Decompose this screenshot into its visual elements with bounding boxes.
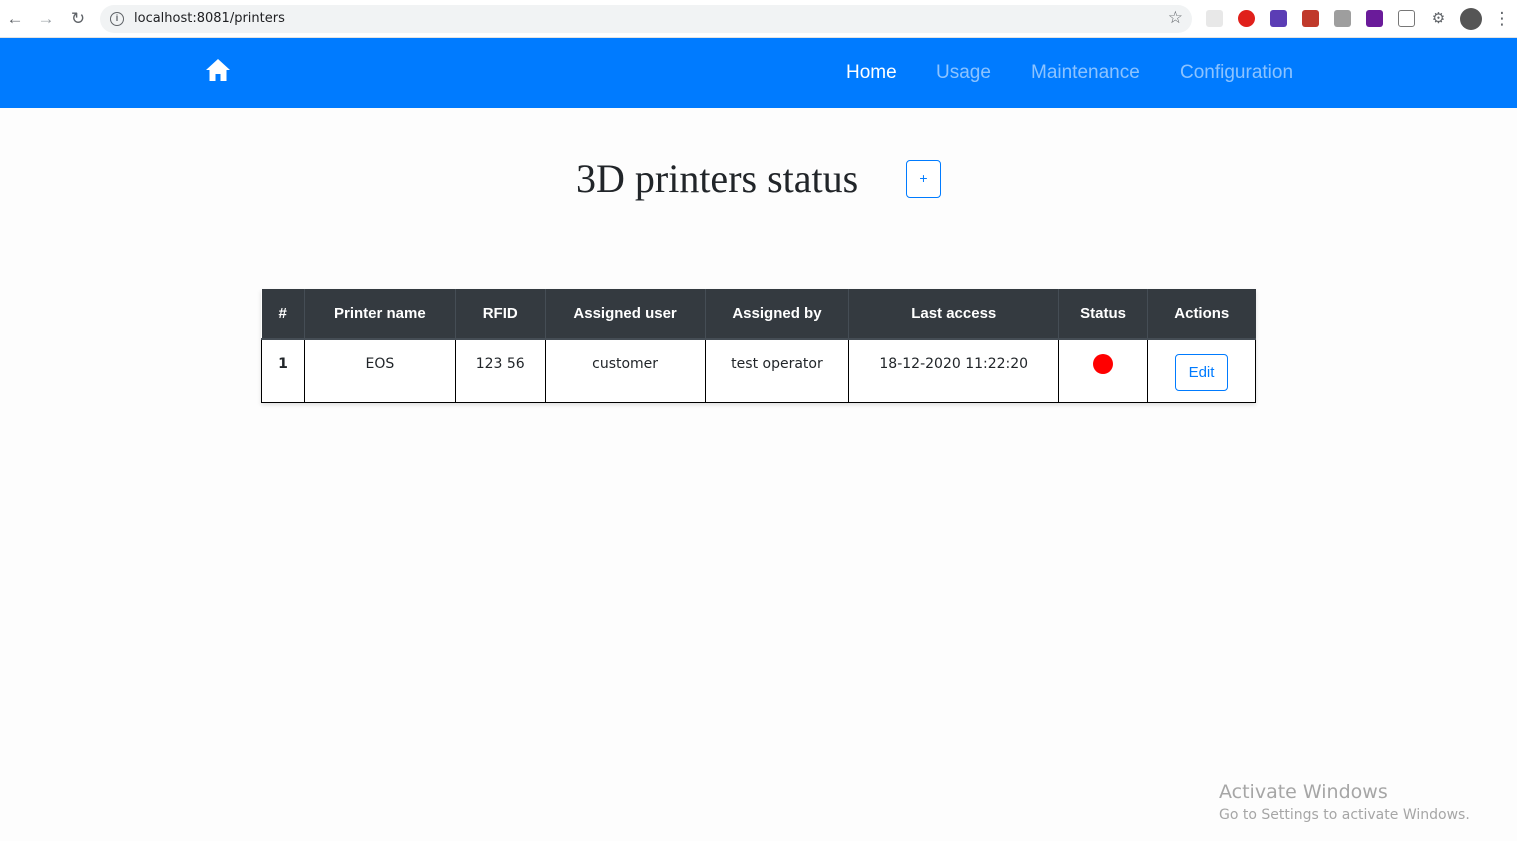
column-header-printer-name: Printer name [304,289,456,340]
status-indicator [1093,354,1114,374]
printers-table: # Printer name RFID Assigned user Assign… [261,289,1256,403]
profile-avatar[interactable] [1460,8,1482,30]
eyedropper-icon[interactable] [1398,10,1415,27]
last-access-cell: 18-12-2020 11:22:20 [848,338,1060,403]
reload-icon[interactable]: ↻ [68,9,88,29]
printer-name-cell: EOS [303,338,456,403]
browser-toolbar: ← → ↻ i localhost:8081/printers ☆ ⚙ ⋮ [0,0,1517,38]
page-title: 3D printers status [576,156,859,201]
extension-icon[interactable] [1334,10,1351,27]
url-text[interactable]: localhost:8081/printers [134,11,285,26]
forward-icon[interactable]: → [36,9,56,29]
add-printer-button[interactable]: + [906,160,941,198]
puzzle-extensions-icon[interactable]: ⚙ [1430,10,1447,27]
extension-icon[interactable] [1302,10,1319,27]
bookmark-star-icon[interactable]: ☆ [1168,8,1183,28]
nav-link-maintenance[interactable]: Maintenance [1031,62,1140,84]
column-header-rfid: RFID [455,289,546,340]
column-header-assigned-by: Assigned by [705,289,850,340]
extension-icon[interactable] [1206,10,1223,27]
table-row: 1 EOS 123 56 customer test operator 18-1… [261,338,1256,403]
extension-icon[interactable] [1270,10,1287,27]
column-header-last-access: Last access [848,289,1060,340]
column-header-number: # [261,289,305,340]
table-header-row: # Printer name RFID Assigned user Assign… [261,289,1256,340]
nav-link-usage[interactable]: Usage [936,62,991,84]
status-cell [1058,338,1149,403]
back-icon[interactable]: ← [5,9,25,29]
activate-windows-subtitle: Go to Settings to activate Windows. [1219,807,1470,823]
site-info-icon[interactable]: i [110,12,124,26]
column-header-status: Status [1058,289,1149,340]
activate-windows-title: Activate Windows [1219,781,1388,803]
assigned-by-cell: test operator [704,338,850,403]
extension-icon[interactable] [1366,10,1383,27]
edit-button[interactable]: Edit [1175,354,1229,391]
rfid-cell: 123 56 [454,338,546,403]
menu-kebab-icon[interactable]: ⋮ [1492,9,1512,29]
actions-cell: Edit [1147,338,1256,403]
nav-link-home[interactable]: Home [846,62,897,84]
row-number: 1 [261,338,305,403]
navbar: Home Usage Maintenance Configuration [0,38,1517,108]
column-header-assigned-user: Assigned user [545,289,706,340]
home-icon[interactable] [205,58,231,82]
address-bar[interactable]: i localhost:8081/printers ☆ [100,5,1192,33]
column-header-actions: Actions [1147,289,1256,340]
extension-icon[interactable] [1238,10,1255,27]
assigned-user-cell: customer [544,338,706,403]
nav-link-configuration[interactable]: Configuration [1180,62,1293,84]
